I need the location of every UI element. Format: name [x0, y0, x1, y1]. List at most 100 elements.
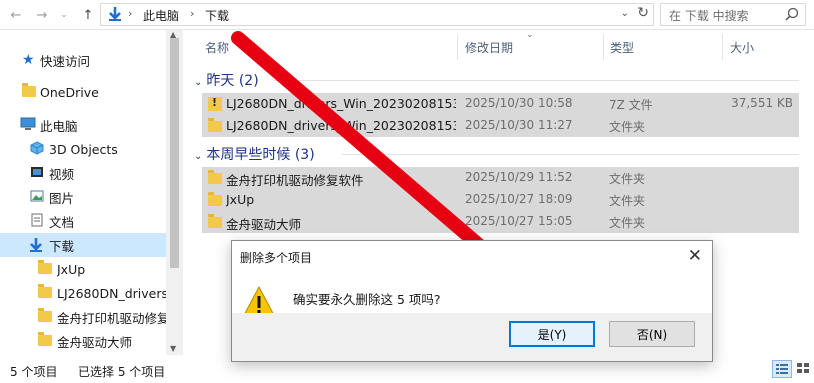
forward-arrow-icon[interactable]: → — [32, 5, 52, 25]
close-icon[interactable]: ✕ — [688, 246, 702, 266]
nav-label: 图片 — [49, 190, 75, 206]
folder-icon — [208, 214, 222, 228]
archive-icon — [208, 96, 222, 111]
group-divider — [342, 154, 799, 155]
cube-icon — [30, 141, 46, 157]
column-divider[interactable] — [457, 34, 458, 60]
selected-count: 已选择 5 个项目 — [78, 365, 166, 379]
file-row[interactable]: LJ2680DN_drivers_Win_20230208153... 2025… — [202, 93, 799, 115]
folder-icon — [38, 332, 54, 349]
search-input[interactable]: 在 下载 中搜索 — [660, 3, 806, 26]
nav-label: 视频 — [49, 166, 75, 182]
breadcrumb-downloads[interactable]: 下载 — [205, 7, 229, 24]
file-date: 2025/10/30 10:58 — [465, 96, 573, 110]
column-header-size[interactable]: 大小 — [730, 39, 754, 56]
nav-item-3d-objects[interactable]: 3D Objects — [0, 137, 166, 161]
collapse-chevron-icon[interactable]: ⌄ — [194, 77, 202, 88]
nav-item-driver-master[interactable]: 金舟驱动大师 — [0, 329, 166, 353]
collapse-chevron-icon[interactable]: ⌄ — [194, 151, 202, 162]
details-view-icon[interactable] — [772, 360, 792, 378]
column-header-name[interactable]: 名称 — [205, 39, 229, 56]
nav-scrollbar[interactable]: ▲ ▼ — [166, 30, 183, 355]
nav-item-videos[interactable]: 视频 — [0, 161, 166, 185]
folder-icon — [38, 260, 54, 277]
nav-label: JxUp — [57, 261, 86, 277]
group-label: 本周早些时候 (3) — [206, 147, 315, 163]
large-icons-view-icon[interactable] — [794, 360, 814, 378]
folder-icon — [38, 308, 54, 325]
nav-item-pictures[interactable]: 图片 — [0, 185, 166, 209]
search-placeholder: 在 下载 中搜索 — [669, 9, 749, 23]
file-type: 7Z 文件 — [609, 98, 653, 112]
address-bar[interactable]: › 此电脑 › 下载 ⌄ ↻ — [100, 3, 654, 26]
group-header-earlier-this-week[interactable]: ⌄ 本周早些时候 (3) — [194, 144, 315, 164]
dialog-titlebar[interactable]: 删除多个项目 ✕ — [232, 241, 712, 272]
folder-icon — [208, 192, 222, 206]
back-arrow-icon[interactable]: ← — [6, 5, 26, 25]
file-name: JxUp — [226, 192, 255, 207]
file-type: 文件夹 — [609, 120, 646, 134]
navigation-pane: ★ 快速访问 OneDrive 此电脑 3D Objects 视频 图片 文档 — [0, 30, 184, 355]
file-date: 2025/10/29 11:52 — [465, 170, 573, 184]
nav-label: 快速访问 — [40, 53, 91, 69]
group-header-yesterday[interactable]: ⌄ 昨天 (2) — [194, 70, 259, 90]
folder-icon — [38, 284, 54, 301]
file-type: 文件夹 — [609, 172, 646, 186]
nav-label: 金舟打印机驱动修复 — [57, 310, 166, 326]
nav-label: 此电脑 — [40, 118, 78, 134]
file-name: 金舟驱动大师 — [226, 217, 302, 232]
column-divider[interactable] — [722, 34, 723, 60]
nav-item-this-pc[interactable]: 此电脑 — [0, 113, 166, 137]
document-icon — [30, 213, 46, 229]
file-size: 37,551 KB — [731, 96, 793, 110]
file-date: 2025/10/27 18:09 — [465, 192, 573, 206]
file-type: 文件夹 — [609, 216, 646, 230]
file-row[interactable]: JxUp 2025/10/27 18:09 文件夹 — [202, 189, 799, 211]
nav-item-onedrive[interactable]: OneDrive — [0, 80, 166, 104]
file-date: 2025/10/27 15:05 — [465, 214, 573, 228]
file-name: LJ2680DN_drivers_Win_20230208153... — [226, 118, 456, 133]
download-icon — [28, 237, 44, 253]
nav-item-lj2680dn-drivers[interactable]: LJ2680DN_drivers_W — [0, 281, 166, 305]
dialog-button-row: 是(Y) 否(N) — [232, 313, 712, 361]
file-name: LJ2680DN_drivers_Win_20230208153... — [226, 96, 456, 111]
breadcrumb-separator-icon: › — [190, 7, 195, 20]
nav-item-documents[interactable]: 文档 — [0, 209, 166, 233]
recent-chevron-down-icon[interactable]: ⌄ — [54, 5, 74, 25]
nav-item-printer-driver-repair[interactable]: 金舟打印机驱动修复 — [0, 305, 166, 329]
file-row[interactable]: 金舟打印机驱动修复软件 2025/10/29 11:52 文件夹 — [202, 167, 799, 189]
column-header-date[interactable]: 修改日期 — [465, 39, 513, 56]
yes-button[interactable]: 是(Y) — [509, 321, 595, 347]
breadcrumb-this-pc[interactable]: 此电脑 — [143, 7, 179, 24]
computer-icon — [20, 117, 36, 133]
folder-icon — [208, 118, 222, 132]
refresh-icon[interactable]: ↻ — [637, 5, 649, 21]
address-dropdown-icon[interactable]: ⌄ — [621, 8, 629, 19]
search-icon — [785, 7, 799, 24]
file-row[interactable]: LJ2680DN_drivers_Win_20230208153... 2025… — [202, 115, 799, 137]
column-divider[interactable] — [603, 34, 604, 60]
nav-item-quick-access[interactable]: ★ 快速访问 — [0, 48, 166, 72]
column-header-type[interactable]: 类型 — [610, 39, 634, 56]
nav-item-jxup[interactable]: JxUp — [0, 257, 166, 281]
nav-item-downloads[interactable]: 下载 — [0, 233, 166, 257]
dialog-message: 确实要永久删除这 5 项吗? — [293, 292, 441, 307]
breadcrumb-separator-icon: › — [128, 7, 133, 20]
group-label: 昨天 (2) — [206, 73, 259, 89]
file-row[interactable]: 金舟驱动大师 2025/10/27 15:05 文件夹 — [202, 211, 799, 233]
file-type: 文件夹 — [609, 194, 646, 208]
no-button[interactable]: 否(N) — [609, 321, 695, 347]
up-arrow-icon[interactable]: ↑ — [78, 5, 98, 25]
folder-icon — [22, 83, 38, 100]
scroll-down-icon[interactable]: ▼ — [170, 344, 176, 353]
delete-confirm-dialog: 删除多个项目 ✕ 确实要永久删除这 5 项吗? 是(Y) 否(N) — [231, 240, 713, 362]
star-icon: ★ — [22, 52, 35, 68]
nav-label: 下载 — [49, 238, 75, 254]
folder-icon — [208, 170, 222, 184]
item-count: 5 个项目 — [10, 365, 58, 379]
nav-label: 3D Objects — [49, 141, 118, 157]
file-date: 2025/10/30 11:27 — [465, 118, 573, 132]
column-header-row: 名称 ⌄ 修改日期 类型 大小 — [184, 30, 814, 62]
nav-label: LJ2680DN_drivers_W — [57, 285, 166, 301]
scrollbar-thumb[interactable] — [170, 38, 179, 268]
